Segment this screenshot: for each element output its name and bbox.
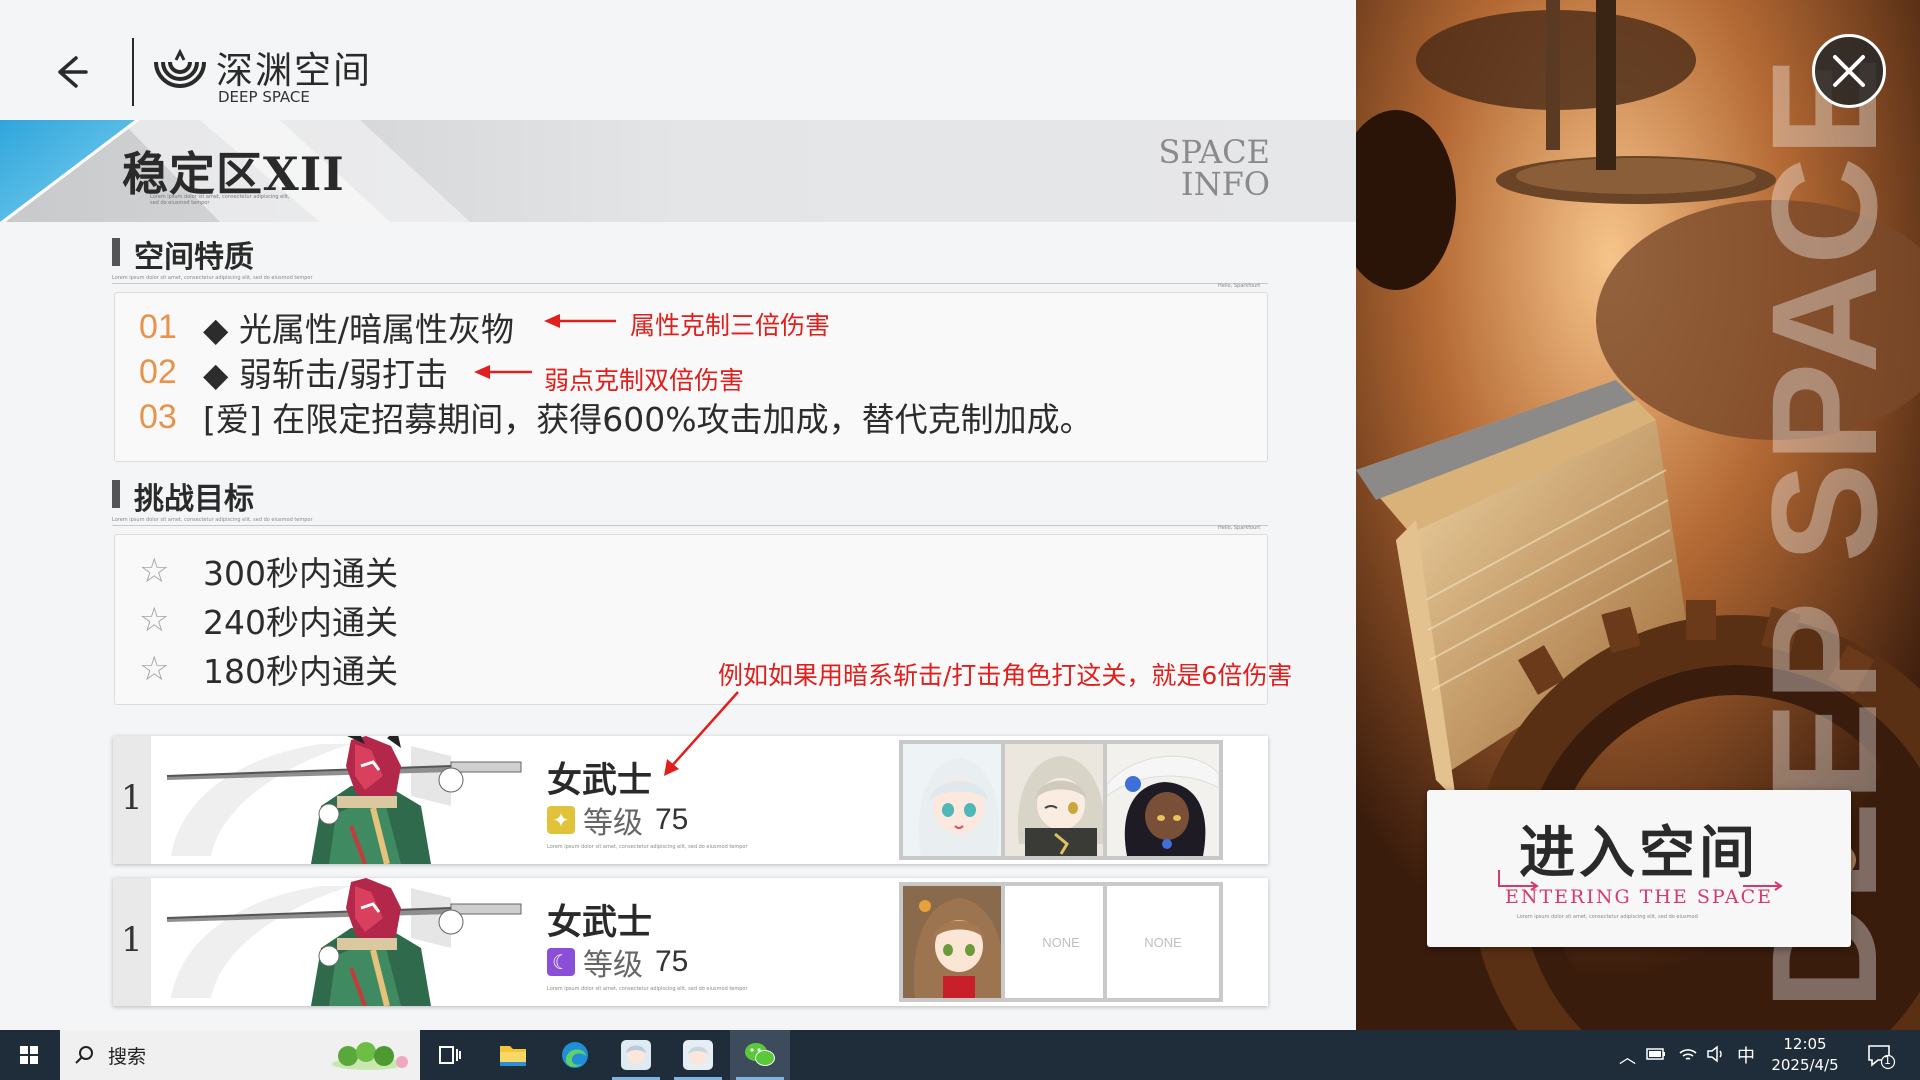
input-method-indicator[interactable]: 中 bbox=[1737, 1042, 1755, 1068]
windows-logo-icon bbox=[20, 1046, 38, 1064]
search-highlight-icon bbox=[332, 1042, 408, 1070]
annotation-arrows bbox=[474, 314, 739, 776]
taskbar-app-game-2[interactable] bbox=[668, 1030, 728, 1080]
task-view-icon bbox=[439, 1046, 461, 1064]
enter-decor-lines bbox=[1498, 870, 1783, 891]
close-button[interactable] bbox=[1812, 34, 1886, 108]
clock-time[interactable]: 12:05 bbox=[1755, 1035, 1855, 1053]
folder-icon bbox=[500, 1046, 526, 1066]
search-icon bbox=[75, 1046, 93, 1064]
notification-count: 1 bbox=[1884, 1054, 1891, 1067]
enter-space-subtitle: ENTERING THE SPACE bbox=[1504, 886, 1774, 908]
taskbar-app-edge[interactable] bbox=[545, 1030, 605, 1080]
battery-icon[interactable] bbox=[1646, 1047, 1666, 1061]
chevron-up-icon[interactable]: ︿ bbox=[1619, 1043, 1636, 1068]
notification-center-button[interactable]: 1 bbox=[1866, 1042, 1896, 1070]
wifi-icon[interactable] bbox=[1678, 1045, 1698, 1063]
game-app-icon bbox=[683, 1040, 713, 1070]
game-app-icon bbox=[621, 1040, 651, 1070]
wechat-icon bbox=[745, 1043, 775, 1066]
enter-fine-print: Lorem ipsum dolor sit amet, consectetur … bbox=[1517, 914, 1698, 920]
search-label: 搜索 bbox=[108, 1046, 147, 1068]
taskbar-search-box[interactable]: 搜索 bbox=[60, 1030, 420, 1080]
annotation-text: 属性克制三倍伤害 bbox=[630, 311, 831, 340]
enter-space-button[interactable]: 进入空间 ENTERING THE SPACE Lorem ipsum dolo… bbox=[1427, 790, 1851, 947]
task-view-button[interactable] bbox=[420, 1030, 480, 1080]
edge-browser-icon bbox=[562, 1042, 588, 1068]
clock-date[interactable]: 2025/4/5 bbox=[1755, 1056, 1855, 1074]
start-button[interactable] bbox=[0, 1030, 58, 1080]
close-icon bbox=[1833, 55, 1865, 87]
annotation-text: 弱点克制双倍伤害 bbox=[544, 366, 745, 395]
volume-icon[interactable] bbox=[1706, 1045, 1726, 1063]
taskbar-app-game-1[interactable] bbox=[606, 1030, 666, 1080]
notification-icon bbox=[1868, 1045, 1896, 1070]
windows-taskbar: 搜索 ︿ 中 12:05 2025/4/5 1 bbox=[0, 1030, 1920, 1080]
taskbar-app-wechat[interactable] bbox=[730, 1030, 790, 1080]
stage-info-panel: 深渊空间 DEEP SPACE 稳定区XII Lorem ipsum dolor… bbox=[0, 0, 1356, 1030]
taskbar-app-explorer[interactable] bbox=[483, 1030, 543, 1080]
annotation-text: 例如如果用暗系斩击/打击角色打这关，就是6倍伤害 bbox=[718, 661, 1293, 690]
